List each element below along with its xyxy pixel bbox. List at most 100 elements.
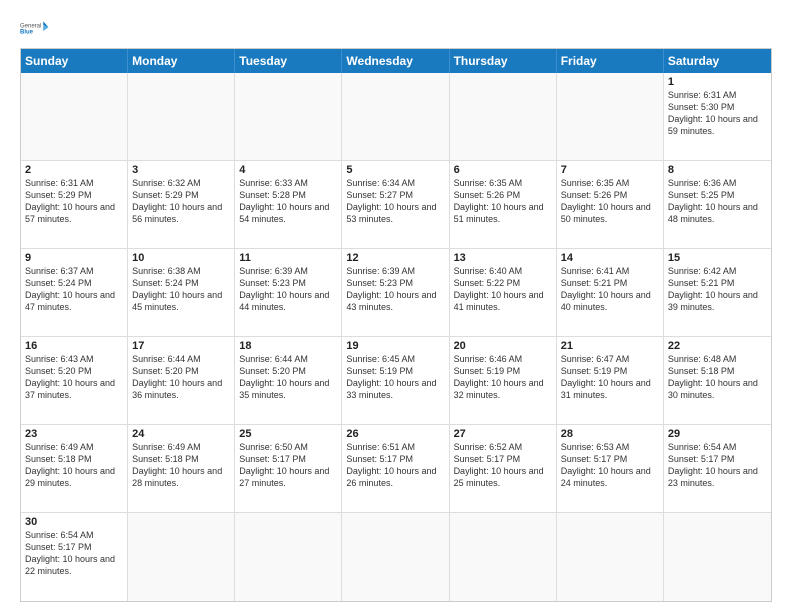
day-number: 15 — [668, 252, 767, 264]
header-cell-wednesday: Wednesday — [342, 49, 449, 73]
day-number: 22 — [668, 340, 767, 352]
week-row-3: 16Sunrise: 6:43 AMSunset: 5:20 PMDayligh… — [21, 337, 771, 425]
day-cell-24: 24Sunrise: 6:49 AMSunset: 5:18 PMDayligh… — [128, 425, 235, 512]
empty-cell — [664, 513, 771, 601]
week-row-2: 9Sunrise: 6:37 AMSunset: 5:24 PMDaylight… — [21, 249, 771, 337]
day-number: 25 — [239, 428, 337, 440]
day-info: Sunrise: 6:53 AMSunset: 5:17 PMDaylight:… — [561, 441, 659, 490]
day-cell-26: 26Sunrise: 6:51 AMSunset: 5:17 PMDayligh… — [342, 425, 449, 512]
day-cell-4: 4Sunrise: 6:33 AMSunset: 5:28 PMDaylight… — [235, 161, 342, 248]
day-number: 16 — [25, 340, 123, 352]
day-number: 11 — [239, 252, 337, 264]
day-number: 19 — [346, 340, 444, 352]
day-cell-3: 3Sunrise: 6:32 AMSunset: 5:29 PMDaylight… — [128, 161, 235, 248]
day-number: 26 — [346, 428, 444, 440]
day-info: Sunrise: 6:37 AMSunset: 5:24 PMDaylight:… — [25, 265, 123, 314]
day-info: Sunrise: 6:34 AMSunset: 5:27 PMDaylight:… — [346, 177, 444, 226]
day-cell-25: 25Sunrise: 6:50 AMSunset: 5:17 PMDayligh… — [235, 425, 342, 512]
day-cell-11: 11Sunrise: 6:39 AMSunset: 5:23 PMDayligh… — [235, 249, 342, 336]
empty-cell — [235, 513, 342, 601]
day-cell-8: 8Sunrise: 6:36 AMSunset: 5:25 PMDaylight… — [664, 161, 771, 248]
day-number: 23 — [25, 428, 123, 440]
logo-icon: GeneralBlue — [20, 16, 50, 40]
logo: GeneralBlue — [20, 16, 50, 40]
day-info: Sunrise: 6:40 AMSunset: 5:22 PMDaylight:… — [454, 265, 552, 314]
day-cell-2: 2Sunrise: 6:31 AMSunset: 5:29 PMDaylight… — [21, 161, 128, 248]
day-info: Sunrise: 6:54 AMSunset: 5:17 PMDaylight:… — [25, 529, 123, 578]
empty-cell — [557, 513, 664, 601]
day-cell-13: 13Sunrise: 6:40 AMSunset: 5:22 PMDayligh… — [450, 249, 557, 336]
empty-cell — [235, 73, 342, 160]
week-row-0: 1Sunrise: 6:31 AMSunset: 5:30 PMDaylight… — [21, 73, 771, 161]
day-cell-9: 9Sunrise: 6:37 AMSunset: 5:24 PMDaylight… — [21, 249, 128, 336]
day-cell-12: 12Sunrise: 6:39 AMSunset: 5:23 PMDayligh… — [342, 249, 449, 336]
day-info: Sunrise: 6:31 AMSunset: 5:30 PMDaylight:… — [668, 89, 767, 138]
day-info: Sunrise: 6:42 AMSunset: 5:21 PMDaylight:… — [668, 265, 767, 314]
day-number: 21 — [561, 340, 659, 352]
day-info: Sunrise: 6:33 AMSunset: 5:28 PMDaylight:… — [239, 177, 337, 226]
day-info: Sunrise: 6:43 AMSunset: 5:20 PMDaylight:… — [25, 353, 123, 402]
day-number: 2 — [25, 164, 123, 176]
day-info: Sunrise: 6:36 AMSunset: 5:25 PMDaylight:… — [668, 177, 767, 226]
day-number: 9 — [25, 252, 123, 264]
day-info: Sunrise: 6:52 AMSunset: 5:17 PMDaylight:… — [454, 441, 552, 490]
day-cell-6: 6Sunrise: 6:35 AMSunset: 5:26 PMDaylight… — [450, 161, 557, 248]
day-number: 4 — [239, 164, 337, 176]
day-number: 27 — [454, 428, 552, 440]
calendar-body: 1Sunrise: 6:31 AMSunset: 5:30 PMDaylight… — [21, 73, 771, 601]
day-info: Sunrise: 6:39 AMSunset: 5:23 PMDaylight:… — [239, 265, 337, 314]
day-number: 12 — [346, 252, 444, 264]
header-cell-friday: Friday — [557, 49, 664, 73]
day-info: Sunrise: 6:50 AMSunset: 5:17 PMDaylight:… — [239, 441, 337, 490]
calendar-header: SundayMondayTuesdayWednesdayThursdayFrid… — [21, 49, 771, 73]
empty-cell — [128, 73, 235, 160]
empty-cell — [342, 513, 449, 601]
day-info: Sunrise: 6:31 AMSunset: 5:29 PMDaylight:… — [25, 177, 123, 226]
day-info: Sunrise: 6:49 AMSunset: 5:18 PMDaylight:… — [132, 441, 230, 490]
header-cell-sunday: Sunday — [21, 49, 128, 73]
day-cell-28: 28Sunrise: 6:53 AMSunset: 5:17 PMDayligh… — [557, 425, 664, 512]
day-cell-22: 22Sunrise: 6:48 AMSunset: 5:18 PMDayligh… — [664, 337, 771, 424]
day-cell-23: 23Sunrise: 6:49 AMSunset: 5:18 PMDayligh… — [21, 425, 128, 512]
day-number: 3 — [132, 164, 230, 176]
day-cell-18: 18Sunrise: 6:44 AMSunset: 5:20 PMDayligh… — [235, 337, 342, 424]
day-number: 10 — [132, 252, 230, 264]
day-number: 8 — [668, 164, 767, 176]
day-cell-1: 1Sunrise: 6:31 AMSunset: 5:30 PMDaylight… — [664, 73, 771, 160]
day-info: Sunrise: 6:44 AMSunset: 5:20 PMDaylight:… — [132, 353, 230, 402]
day-number: 1 — [668, 76, 767, 88]
day-info: Sunrise: 6:35 AMSunset: 5:26 PMDaylight:… — [454, 177, 552, 226]
header-cell-thursday: Thursday — [450, 49, 557, 73]
day-number: 14 — [561, 252, 659, 264]
svg-text:Blue: Blue — [20, 30, 34, 36]
day-number: 18 — [239, 340, 337, 352]
day-number: 13 — [454, 252, 552, 264]
day-info: Sunrise: 6:44 AMSunset: 5:20 PMDaylight:… — [239, 353, 337, 402]
day-cell-15: 15Sunrise: 6:42 AMSunset: 5:21 PMDayligh… — [664, 249, 771, 336]
day-cell-5: 5Sunrise: 6:34 AMSunset: 5:27 PMDaylight… — [342, 161, 449, 248]
day-number: 7 — [561, 164, 659, 176]
day-number: 29 — [668, 428, 767, 440]
calendar-page: GeneralBlue SundayMondayTuesdayWednesday… — [0, 0, 792, 612]
day-info: Sunrise: 6:32 AMSunset: 5:29 PMDaylight:… — [132, 177, 230, 226]
empty-cell — [128, 513, 235, 601]
header-cell-saturday: Saturday — [664, 49, 771, 73]
day-number: 28 — [561, 428, 659, 440]
day-cell-16: 16Sunrise: 6:43 AMSunset: 5:20 PMDayligh… — [21, 337, 128, 424]
day-cell-29: 29Sunrise: 6:54 AMSunset: 5:17 PMDayligh… — [664, 425, 771, 512]
day-cell-14: 14Sunrise: 6:41 AMSunset: 5:21 PMDayligh… — [557, 249, 664, 336]
svg-text:General: General — [20, 23, 41, 29]
empty-cell — [342, 73, 449, 160]
day-info: Sunrise: 6:48 AMSunset: 5:18 PMDaylight:… — [668, 353, 767, 402]
day-info: Sunrise: 6:39 AMSunset: 5:23 PMDaylight:… — [346, 265, 444, 314]
day-number: 24 — [132, 428, 230, 440]
day-cell-30: 30Sunrise: 6:54 AMSunset: 5:17 PMDayligh… — [21, 513, 128, 601]
calendar: SundayMondayTuesdayWednesdayThursdayFrid… — [20, 48, 772, 602]
header: GeneralBlue — [20, 16, 772, 40]
day-info: Sunrise: 6:46 AMSunset: 5:19 PMDaylight:… — [454, 353, 552, 402]
day-number: 30 — [25, 516, 123, 528]
week-row-4: 23 Sunrise: 6:49 AMSunset: 5:18 PMDayligh… — [21, 425, 771, 513]
week-row-1: 2Sunrise: 6:31 AMSunset: 5:29 PMDaylight… — [21, 161, 771, 249]
empty-cell — [450, 513, 557, 601]
day-cell-21: 21Sunrise: 6:47 AMSunset: 5:19 PMDayligh… — [557, 337, 664, 424]
